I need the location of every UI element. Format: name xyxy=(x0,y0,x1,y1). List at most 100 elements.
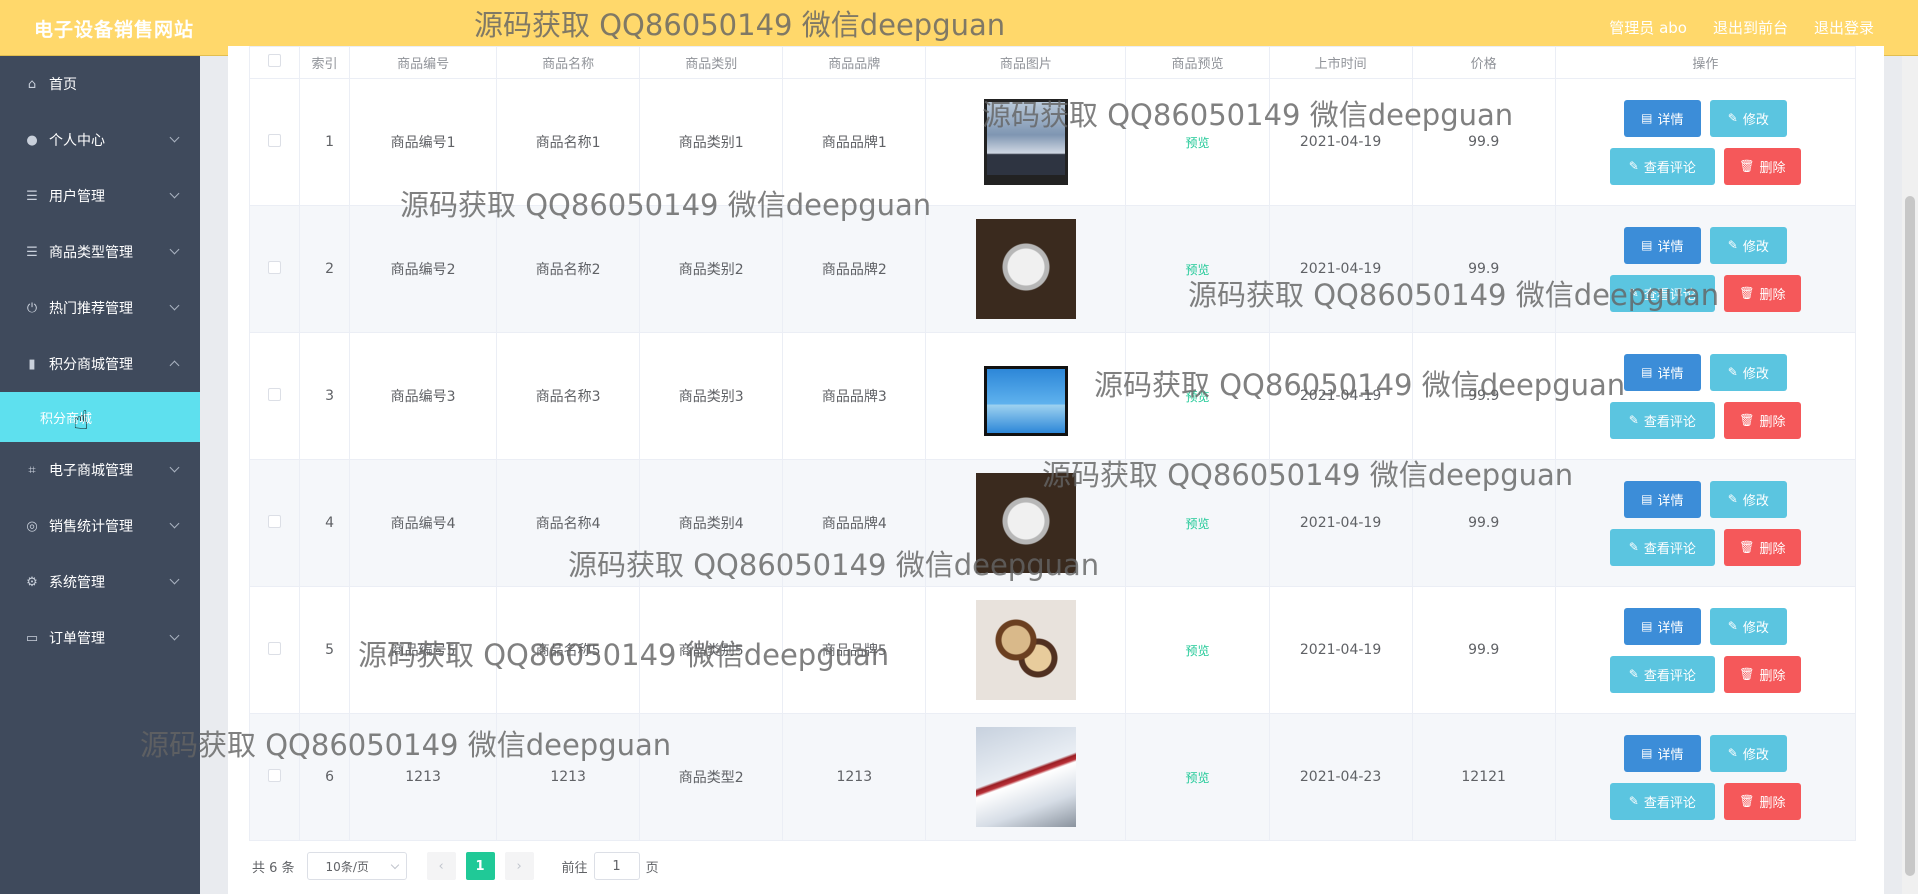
delete-button-label: 删除 xyxy=(1759,287,1786,303)
detail-button[interactable]: ▤ 详情 xyxy=(1623,480,1701,518)
action-group: ▤ 详情 ✎ 修改 ✎ 查看评论 🗑 删除 xyxy=(1556,607,1855,693)
row-category: 商品类别2 xyxy=(639,205,784,333)
view-comments-button[interactable]: ✎ 查看评论 xyxy=(1609,782,1715,820)
row-checkbox[interactable] xyxy=(268,768,281,782)
edit-button[interactable]: ✎ 修改 xyxy=(1709,226,1787,264)
row-select-cell[interactable] xyxy=(248,78,301,206)
preview-link[interactable]: 预览 xyxy=(1185,136,1209,150)
document-icon: ▤ xyxy=(1641,746,1653,760)
view-comments-button[interactable]: ✎ 查看评论 xyxy=(1609,147,1715,185)
sidebar-item-order-management[interactable]: ▭ 订单管理 xyxy=(0,610,200,666)
action-group: ▤ 详情 ✎ 修改 ✎ 查看评论 🗑 删除 xyxy=(1556,226,1855,312)
row-select-cell[interactable] xyxy=(248,205,301,333)
edit-button[interactable]: ✎ 修改 xyxy=(1709,734,1787,772)
col-header-code: 商品编号 xyxy=(349,46,498,79)
delete-button[interactable]: 🗑 删除 xyxy=(1723,782,1801,820)
sidebar-item-label: 用户管理 xyxy=(49,189,105,205)
select-all-checkbox[interactable] xyxy=(268,54,281,67)
row-code: 1213 xyxy=(349,713,498,841)
preview-link[interactable]: 预览 xyxy=(1185,517,1209,531)
action-row-bottom: ✎ 查看评论 🗑 删除 xyxy=(1609,274,1801,312)
detail-button[interactable]: ▤ 详情 xyxy=(1623,734,1701,772)
col-header-brand: 商品品牌 xyxy=(782,46,927,79)
view-comments-button[interactable]: ✎ 查看评论 xyxy=(1609,655,1715,693)
row-price: 12121 xyxy=(1411,713,1556,841)
page-size-select[interactable]: 10条/页 xyxy=(306,852,407,880)
delete-button[interactable]: 🗑 删除 xyxy=(1723,401,1801,439)
row-checkbox[interactable] xyxy=(268,641,281,655)
sidebar-item-sales-statistics[interactable]: ◎ 销售统计管理 xyxy=(0,498,200,554)
row-name: 商品名称4 xyxy=(496,459,641,587)
sidebar-item-electronic-mall-management[interactable]: ⌗ 电子商城管理 xyxy=(0,442,200,498)
row-select-cell[interactable] xyxy=(248,586,301,714)
product-image xyxy=(975,219,1076,319)
vertical-scrollbar[interactable] xyxy=(1902,56,1918,894)
sidebar-item-user-management[interactable]: ☰ 用户管理 xyxy=(0,168,200,224)
user-icon: ● xyxy=(26,132,38,148)
row-select-cell[interactable] xyxy=(248,459,301,587)
sidebar-item-points-mall-management[interactable]: ▮ 积分商城管理 xyxy=(0,336,200,392)
row-image-cell xyxy=(925,586,1127,714)
delete-button[interactable]: 🗑 删除 xyxy=(1723,655,1801,693)
detail-button-label: 详情 xyxy=(1657,366,1684,382)
edit-button-label: 修改 xyxy=(1742,112,1769,128)
select-all-cell[interactable] xyxy=(248,46,301,79)
sidebar-item-system-management[interactable]: ⚙ 系统管理 xyxy=(0,554,200,610)
view-comments-button[interactable]: ✎ 查看评论 xyxy=(1609,274,1715,312)
header-links: 管理员 abo 退出到前台 退出登录 xyxy=(1609,17,1874,38)
detail-button[interactable]: ▤ 详情 xyxy=(1623,226,1701,264)
delete-button[interactable]: 🗑 删除 xyxy=(1723,274,1801,312)
action-row-bottom: ✎ 查看评论 🗑 删除 xyxy=(1609,782,1801,820)
sidebar-item-home[interactable]: ⌂ 首页 xyxy=(0,56,200,112)
sidebar-item-label: 商品类型管理 xyxy=(49,245,133,261)
sidebar-item-hot-recommend[interactable]: ⏻ 热门推荐管理 xyxy=(0,280,200,336)
view-comments-button[interactable]: ✎ 查看评论 xyxy=(1609,528,1715,566)
sidebar-item-product-type-management[interactable]: ☰ 商品类型管理 xyxy=(0,224,200,280)
row-checkbox[interactable] xyxy=(268,260,281,274)
row-checkbox[interactable] xyxy=(268,514,281,528)
delete-button[interactable]: 🗑 删除 xyxy=(1723,147,1801,185)
prev-page-button[interactable]: ‹ xyxy=(426,852,456,880)
page-number-button[interactable]: 1 xyxy=(465,852,495,880)
back-to-frontend-link[interactable]: 退出到前台 xyxy=(1713,17,1788,38)
detail-button[interactable]: ▤ 详情 xyxy=(1623,607,1701,645)
row-select-cell[interactable] xyxy=(248,332,301,460)
edit-button-label: 修改 xyxy=(1742,620,1769,636)
row-checkbox[interactable] xyxy=(268,387,281,401)
table-row: 1 商品编号1 商品名称1 商品类别1 商品品牌1 预览 2021-04-19 … xyxy=(248,78,1857,206)
edit-button[interactable]: ✎ 修改 xyxy=(1709,480,1787,518)
action-row-bottom: ✎ 查看评论 🗑 删除 xyxy=(1609,401,1801,439)
view-comments-button-label: 查看评论 xyxy=(1643,541,1696,557)
edit-button[interactable]: ✎ 修改 xyxy=(1709,607,1787,645)
action-row-top: ▤ 详情 ✎ 修改 xyxy=(1623,607,1787,645)
next-page-button[interactable]: › xyxy=(504,852,534,880)
edit-button[interactable]: ✎ 修改 xyxy=(1709,353,1787,391)
preview-link[interactable]: 预览 xyxy=(1185,390,1209,404)
delete-button[interactable]: 🗑 删除 xyxy=(1723,528,1801,566)
sidebar-item-personal-center[interactable]: ● 个人中心 xyxy=(0,112,200,168)
goto-page-input[interactable] xyxy=(593,852,640,880)
sidebar-item-label: 首页 xyxy=(49,77,77,93)
preview-link[interactable]: 预览 xyxy=(1185,771,1209,785)
action-row-top: ▤ 详情 ✎ 修改 xyxy=(1623,734,1787,772)
row-select-cell[interactable] xyxy=(248,713,301,841)
row-date: 2021-04-19 xyxy=(1268,459,1413,587)
row-price: 99.9 xyxy=(1411,459,1556,587)
detail-button-label: 详情 xyxy=(1657,239,1684,255)
action-row-top: ▤ 详情 ✎ 修改 xyxy=(1623,353,1787,391)
view-comments-button[interactable]: ✎ 查看评论 xyxy=(1609,401,1715,439)
row-date: 2021-04-19 xyxy=(1268,586,1413,714)
logout-link[interactable]: 退出登录 xyxy=(1814,17,1874,38)
detail-button[interactable]: ▤ 详情 xyxy=(1623,353,1701,391)
edit-button[interactable]: ✎ 修改 xyxy=(1709,99,1787,137)
detail-button[interactable]: ▤ 详情 xyxy=(1623,99,1701,137)
row-actions: ▤ 详情 ✎ 修改 ✎ 查看评论 🗑 删除 xyxy=(1554,459,1857,587)
action-row-bottom: ✎ 查看评论 🗑 删除 xyxy=(1609,528,1801,566)
preview-link[interactable]: 预览 xyxy=(1185,644,1209,658)
sidebar-subitem-points-mall[interactable]: 积分商城 ☝ xyxy=(0,392,200,442)
preview-link[interactable]: 预览 xyxy=(1185,263,1209,277)
edit-button-label: 修改 xyxy=(1742,366,1769,382)
row-checkbox[interactable] xyxy=(268,133,281,147)
scrollbar-thumb[interactable] xyxy=(1905,196,1915,876)
pencil-icon: ✎ xyxy=(1628,159,1639,173)
